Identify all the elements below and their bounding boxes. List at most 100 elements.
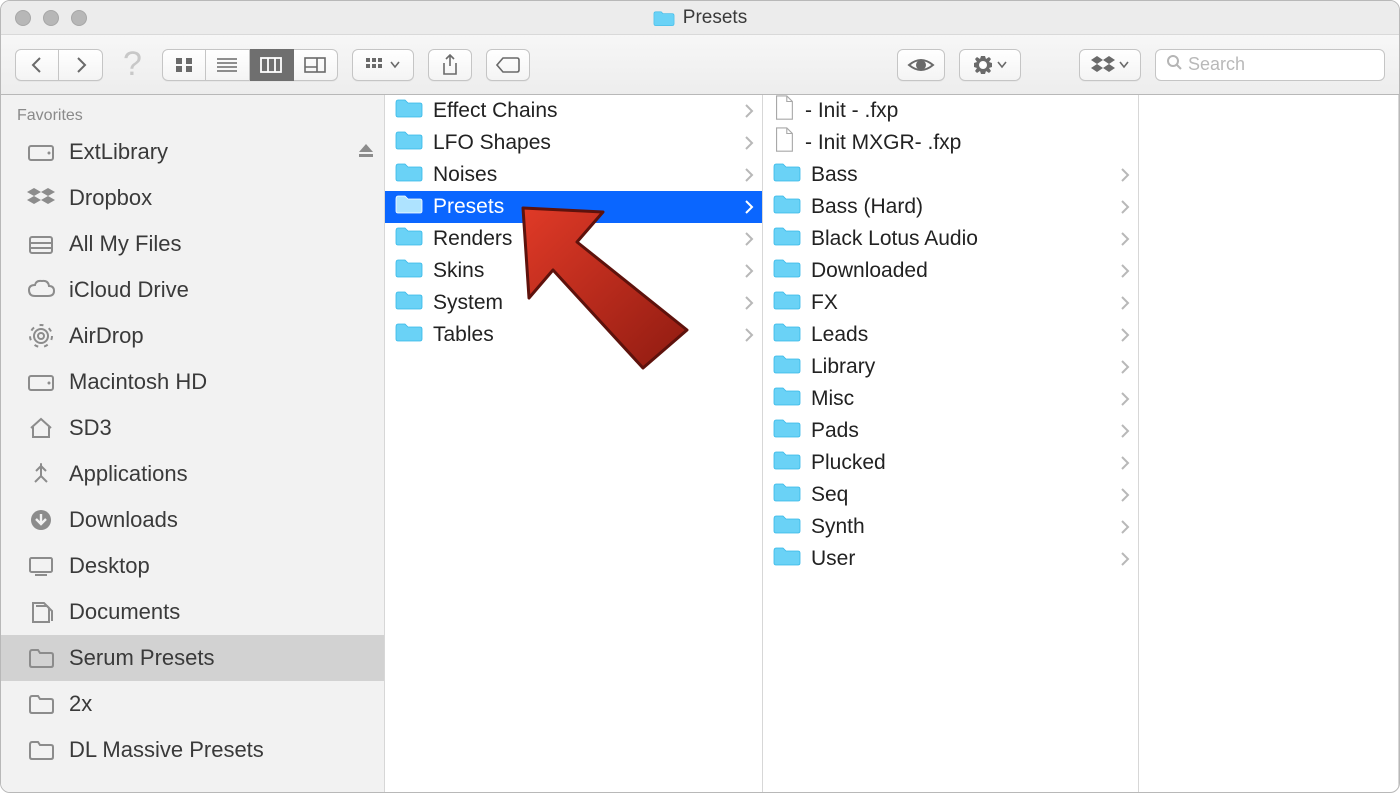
- minimize-dot[interactable]: [43, 10, 59, 26]
- sidebar-item[interactable]: 2x: [1, 681, 384, 727]
- tags-group: [486, 49, 530, 81]
- folder-row[interactable]: Plucked: [763, 447, 1138, 479]
- sidebar-item[interactable]: Dropbox: [1, 175, 384, 221]
- folder-icon: [773, 546, 801, 572]
- back-button[interactable]: [15, 49, 59, 81]
- sidebar-item-icon: [25, 738, 57, 762]
- folder-row[interactable]: Effect Chains: [385, 95, 762, 127]
- folder-icon: [395, 290, 423, 316]
- folder-row[interactable]: Presets: [385, 191, 762, 223]
- item-label: Skins: [433, 259, 484, 283]
- sidebar-item[interactable]: iCloud Drive: [1, 267, 384, 313]
- sidebar-item[interactable]: Serum Presets: [1, 635, 384, 681]
- zoom-dot[interactable]: [71, 10, 87, 26]
- chevron-right-icon: [1120, 520, 1130, 534]
- share-button[interactable]: [428, 49, 472, 81]
- view-list-button[interactable]: [206, 49, 250, 81]
- folder-row[interactable]: Tables: [385, 319, 762, 351]
- eject-icon[interactable]: [358, 139, 374, 165]
- folder-row[interactable]: FX: [763, 287, 1138, 319]
- sidebar-item[interactable]: Desktop: [1, 543, 384, 589]
- folder-row[interactable]: System: [385, 287, 762, 319]
- browser-column-3[interactable]: [1139, 95, 1399, 792]
- sidebar-item-icon: [25, 232, 57, 256]
- sidebar-item-label: Documents: [69, 599, 180, 625]
- browser-column-2[interactable]: - Init - .fxp - Init MXGR- .fxpBassBass …: [763, 95, 1139, 792]
- sidebar-item-icon: [25, 324, 57, 348]
- chevron-right-icon: [744, 136, 754, 150]
- sidebar-item-icon: [25, 508, 57, 532]
- chevron-right-icon: [1120, 328, 1130, 342]
- sidebar-item-label: Macintosh HD: [69, 369, 207, 395]
- sidebar-item[interactable]: All My Files: [1, 221, 384, 267]
- file-row[interactable]: - Init - .fxp: [763, 95, 1138, 127]
- close-dot[interactable]: [15, 10, 31, 26]
- browser-column-1[interactable]: Effect ChainsLFO ShapesNoisesPresetsRend…: [385, 95, 763, 792]
- sidebar[interactable]: Favorites ExtLibraryDropboxAll My Filesi…: [1, 95, 385, 792]
- sidebar-item[interactable]: ExtLibrary: [1, 129, 384, 175]
- sidebar-item[interactable]: Applications: [1, 451, 384, 497]
- file-row[interactable]: - Init MXGR- .fxp: [763, 127, 1138, 159]
- folder-row[interactable]: Bass: [763, 159, 1138, 191]
- folder-row[interactable]: Synth: [763, 511, 1138, 543]
- arrange-group: [352, 49, 414, 81]
- chevron-right-icon: [744, 200, 754, 214]
- chevron-right-icon: [744, 168, 754, 182]
- sidebar-item[interactable]: SD3: [1, 405, 384, 451]
- folder-row[interactable]: Bass (Hard): [763, 191, 1138, 223]
- folder-icon: [395, 258, 423, 284]
- folder-row[interactable]: Renders: [385, 223, 762, 255]
- forward-button[interactable]: [59, 49, 103, 81]
- sidebar-item-label: Dropbox: [69, 185, 152, 211]
- folder-row[interactable]: Leads: [763, 319, 1138, 351]
- folder-icon: [773, 450, 801, 476]
- folder-icon: [773, 290, 801, 316]
- view-icons-button[interactable]: [162, 49, 206, 81]
- finder-window: Presets ?: [0, 0, 1400, 793]
- folder-row[interactable]: Library: [763, 351, 1138, 383]
- item-label: Black Lotus Audio: [811, 227, 978, 251]
- chevron-right-icon: [1120, 296, 1130, 310]
- item-label: System: [433, 291, 503, 315]
- folder-row[interactable]: Skins: [385, 255, 762, 287]
- sidebar-item[interactable]: Downloads: [1, 497, 384, 543]
- chevron-right-icon: [1120, 392, 1130, 406]
- view-columns-button[interactable]: [250, 49, 294, 81]
- quick-look-button[interactable]: [897, 49, 945, 81]
- folder-icon: [395, 322, 423, 348]
- sidebar-item-label: Serum Presets: [69, 645, 215, 671]
- sidebar-item-label: DL Massive Presets: [69, 737, 264, 763]
- chevron-right-icon: [1120, 456, 1130, 470]
- folder-icon: [395, 98, 423, 124]
- search-input[interactable]: [1188, 54, 1400, 75]
- sidebar-item[interactable]: AirDrop: [1, 313, 384, 359]
- folder-row[interactable]: User: [763, 543, 1138, 575]
- sidebar-item-icon: [25, 186, 57, 210]
- folder-row[interactable]: Noises: [385, 159, 762, 191]
- sidebar-item[interactable]: Documents: [1, 589, 384, 635]
- search-icon: [1166, 54, 1182, 76]
- sidebar-item[interactable]: DL Massive Presets: [1, 727, 384, 773]
- item-label: Misc: [811, 387, 854, 411]
- chevron-right-icon: [1120, 168, 1130, 182]
- titlebar: Presets: [1, 1, 1399, 35]
- folder-row[interactable]: LFO Shapes: [385, 127, 762, 159]
- traffic-lights: [15, 10, 87, 26]
- view-gallery-button[interactable]: [294, 49, 338, 81]
- folder-row[interactable]: Misc: [763, 383, 1138, 415]
- search-field[interactable]: [1155, 49, 1385, 81]
- folder-row[interactable]: Seq: [763, 479, 1138, 511]
- chevron-right-icon: [744, 104, 754, 118]
- tags-button[interactable]: [486, 49, 530, 81]
- sidebar-item-icon: [25, 646, 57, 670]
- folder-row[interactable]: Downloaded: [763, 255, 1138, 287]
- item-label: Library: [811, 355, 875, 379]
- folder-row[interactable]: Black Lotus Audio: [763, 223, 1138, 255]
- item-label: FX: [811, 291, 838, 315]
- action-gear-button[interactable]: [959, 49, 1021, 81]
- dropbox-toolbar-button[interactable]: [1079, 49, 1141, 81]
- chevron-right-icon: [744, 264, 754, 278]
- arrange-button[interactable]: [352, 49, 414, 81]
- folder-row[interactable]: Pads: [763, 415, 1138, 447]
- sidebar-item[interactable]: Macintosh HD: [1, 359, 384, 405]
